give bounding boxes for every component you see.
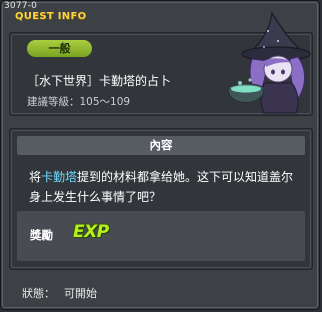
- exp-reward-icon: EXP: [73, 222, 109, 242]
- quest-info-window: 3077-0 QUEST INFO 一般 ［水下世界］卡勤塔的占卜 建議等級：1…: [0, 0, 320, 310]
- recommended-level-label: 建議等級：: [27, 96, 80, 108]
- recommended-level-range: 105～109: [79, 96, 131, 108]
- quest-description: 将卡勤塔提到的材料都拿给她。这下可以知道盖尔身上发生什么事情了吧？: [29, 167, 301, 207]
- quest-content-panel: 內容 将卡勤塔提到的材料都拿给她。这下可以知道盖尔身上发生什么事情了吧？ 獎勵 …: [9, 128, 313, 270]
- reward-box: 獎勵 EXP: [17, 211, 305, 261]
- status-label: 狀態：: [22, 287, 55, 300]
- npc-name-highlight: 卡勤塔: [41, 170, 78, 184]
- quest-status: 狀態： 可開始: [22, 285, 97, 301]
- npc-witch-portrait-icon: [227, 11, 311, 114]
- quest-name: ［水下世界］卡勤塔的占卜: [27, 74, 172, 88]
- recommended-level: 建議等級：105～109: [27, 94, 130, 109]
- window-title: QUEST INFO: [15, 11, 87, 22]
- content-section-title: 內容: [17, 136, 305, 155]
- status-value: 可開始: [64, 287, 97, 300]
- quest-header-panel: 一般 ［水下世界］卡勤塔的占卜 建議等級：105～109: [9, 11, 313, 116]
- quest-category-badge: 一般: [27, 40, 92, 57]
- quest-id: 3077-0: [4, 1, 38, 11]
- description-prefix: 将: [29, 170, 42, 184]
- reward-label: 獎勵: [30, 228, 53, 242]
